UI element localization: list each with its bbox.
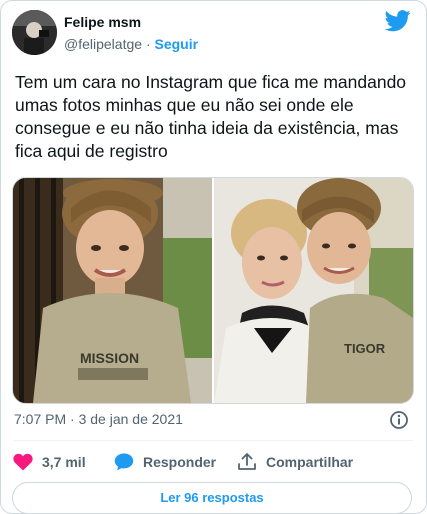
author-handle-row: @felipelatge · Seguir: [64, 36, 198, 52]
share-upload-icon: [238, 453, 256, 470]
like-count: 3,7 mil: [42, 454, 86, 470]
speech-bubble-icon: [114, 453, 134, 471]
tweet-timestamp[interactable]: 7:07 PM · 3 de jan de 2021: [14, 411, 183, 427]
handle-separator: ·: [145, 36, 151, 52]
tweet-media: MISSION TIGOR: [12, 177, 414, 404]
read-replies-button[interactable]: Ler 96 respostas: [12, 482, 412, 514]
share-button[interactable]: Compartilhar: [237, 453, 353, 471]
divider: [13, 440, 413, 441]
shirt-text-2: TIGOR: [344, 341, 386, 356]
shirt-text-1: MISSION: [80, 350, 139, 366]
follow-button[interactable]: Seguir: [155, 36, 199, 52]
twitter-bird-icon[interactable]: [385, 10, 411, 32]
tweet-card: Felipe msm @felipelatge · Seguir Tem um …: [0, 0, 427, 514]
action-bar: 3,7 mil Responder Compartilhar: [13, 451, 353, 473]
tweet-text: Tem um cara no Instagram que fica me man…: [15, 72, 407, 161]
author-handle[interactable]: @felipelatge: [64, 36, 142, 52]
like-button[interactable]: 3,7 mil: [13, 453, 114, 471]
info-icon[interactable]: [389, 410, 409, 430]
author-name[interactable]: Felipe msm: [64, 14, 141, 30]
reply-button[interactable]: Responder: [114, 453, 237, 471]
tweet-photo-1[interactable]: MISSION: [13, 178, 212, 403]
share-label: Compartilhar: [266, 454, 354, 470]
tweet-photo-2[interactable]: TIGOR: [214, 178, 413, 403]
avatar-image: [12, 10, 57, 55]
heart-icon: [13, 453, 33, 471]
avatar[interactable]: [12, 10, 57, 55]
reply-label: Responder: [143, 454, 217, 470]
